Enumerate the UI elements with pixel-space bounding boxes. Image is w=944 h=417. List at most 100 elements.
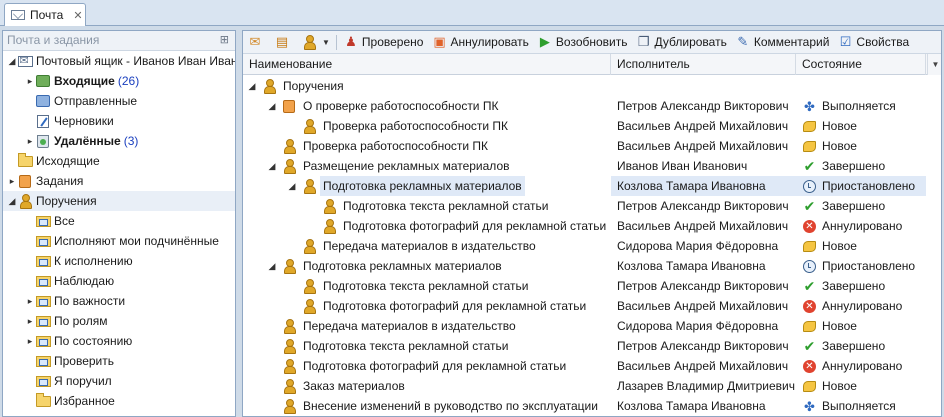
resume-label: Возобновить [555,35,628,49]
close-tab-icon[interactable]: ✕ [73,9,82,22]
table-row[interactable]: Заказ материалов Лазарев Владимир Дмитрие… [243,376,941,396]
nav-item[interactable]: Избранное [3,391,235,411]
task-name: Подготовка текста рекламной статьи [323,279,529,293]
nav-item[interactable]: ▸ По важности [3,291,235,311]
done-icon: ✔ [803,338,816,354]
nav-item[interactable]: ◢ Почтовый ящик - Иванов Иван Иванович [3,51,235,71]
inbox-icon [35,74,51,88]
table-row[interactable]: ◢ О проверке работоспособности ПК Петров А… [243,96,941,116]
table-row[interactable]: Подготовка текста рекламной статьи Петров… [243,336,941,356]
table-row[interactable]: ◢ Поручения [243,76,941,96]
expand-toggle-icon[interactable]: ▸ [25,136,35,147]
nav-item[interactable]: Исполняют мои подчинённые [3,231,235,251]
name-cell: Подготовка текста рекламной статьи [243,276,611,296]
table-row[interactable]: ◢ Подготовка рекламных материалов Козлова … [243,256,941,276]
table-row[interactable]: Подготовка фотографий для рекламной стат… [243,356,941,376]
table-row[interactable]: Подготовка текста рекламной статьи Петров… [243,276,941,296]
assign-button[interactable] [301,34,320,50]
nav-item[interactable]: Черновики [3,111,235,131]
nav-item[interactable]: ▸ Входящие (26) [3,71,235,91]
checked-button[interactable]: ♟ Проверено [343,34,423,50]
table-row[interactable]: ◢ Подготовка рекламных материалов Козлова … [243,176,941,196]
trash-icon [35,134,51,148]
search-folder-icon [35,274,51,288]
running-icon: ✤ [804,398,815,414]
properties-label: Свойства [856,35,910,49]
executor-cell [611,76,796,96]
table-row[interactable]: Подготовка фотографий для рекламной стат… [243,296,941,316]
navigation-tree: ◢Почтовый ящик - Иванов Иван Иванович ▸ Вх… [3,51,235,411]
person-icon [281,399,297,414]
nav-item[interactable]: Все [3,211,235,231]
task-name: Передача материалов в издательство [303,319,516,333]
table-row[interactable]: ◢ Размещение рекламных материалов Иванов И… [243,156,941,176]
nav-item-label: Я поручил [54,374,112,388]
person-icon [321,199,337,214]
table-row[interactable]: Внесение изменений в руководство по эксп… [243,396,941,416]
person-icon [17,194,33,209]
nav-item-label: По важности [54,294,126,308]
table-row[interactable]: Подготовка фотографий для рекламной стат… [243,216,941,236]
name-cell: ◢ Поручения [243,76,611,96]
expand-toggle-icon[interactable]: ◢ [7,196,17,207]
expand-toggle-icon[interactable]: ◢ [267,261,277,272]
comment-button[interactable]: ✎ Комментарий [735,34,829,50]
column-header-executor[interactable]: Исполнитель [611,54,796,75]
state-cell: ✤ Выполняется [796,96,926,116]
search-folder-icon [35,354,51,368]
duplicate-button[interactable]: ❐ Дублировать [636,34,727,50]
nav-item[interactable]: ◢ Поручения [3,191,235,211]
expand-toggle-icon[interactable]: ▸ [7,176,17,187]
done-icon: ✔ [803,278,816,294]
nav-item-label: Входящие [54,74,115,88]
column-header-state[interactable]: Состояние [796,54,926,75]
expand-toggle-icon[interactable]: ▸ [25,76,35,87]
state-cell: ✕ Аннулировано [796,356,926,376]
state-cell: Новое [796,116,926,136]
mailbox-icon [17,54,33,68]
new-task-button[interactable]: ▤ [274,34,293,50]
pin-icon[interactable]: ⊞ [220,31,229,50]
name-cell: ◢ Подготовка рекламных материалов [243,176,611,196]
assign-dropdown-icon[interactable]: ▼ [322,38,330,47]
name-cell: ◢ Подготовка рекламных материалов [243,256,611,276]
nav-item[interactable]: ▸ По ролям [3,311,235,331]
nav-item[interactable]: Проверить [3,351,235,371]
expand-toggle-icon[interactable]: ◢ [267,161,277,172]
table-row[interactable]: Передача материалов в издательство Сидоро… [243,236,941,256]
nav-item[interactable]: Наблюдаю [3,271,235,291]
folder-icon [17,152,33,168]
nav-item[interactable]: К исполнению [3,251,235,271]
task-name: Размещение рекламных материалов [303,159,510,173]
column-chooser-icon[interactable]: ▼ [927,54,941,75]
state-cell: Новое [796,376,926,396]
column-header-name[interactable]: Наименование [243,54,611,75]
folder-icon [35,392,51,408]
nav-item[interactable]: Отправленные [3,91,235,111]
table-row[interactable]: Проверка работоспособности ПК Васильев Ан… [243,116,941,136]
expand-toggle-icon[interactable]: ◢ [287,181,297,192]
expand-toggle-icon[interactable]: ▸ [25,316,35,327]
nav-item[interactable]: ▸ Удалённые (3) [3,131,235,151]
name-cell: Подготовка текста рекламной статьи [243,196,611,216]
nav-item[interactable]: Исходящие [3,151,235,171]
resume-button[interactable]: ▶ Возобновить [537,34,628,50]
expand-toggle-icon[interactable]: ◢ [267,101,277,112]
executor-cell: Козлова Тамара Ивановна [617,399,766,413]
expand-toggle-icon[interactable]: ◢ [7,56,17,67]
annul-button[interactable]: ▣ Аннулировать [431,34,529,50]
grid-right-border [941,31,942,417]
expand-toggle-icon[interactable]: ▸ [25,296,35,307]
properties-button[interactable]: ☑ Свойства [837,34,910,50]
nav-item[interactable]: ▸ Задания [3,171,235,191]
table-row[interactable]: Передача материалов в издательство Сидоро… [243,316,941,336]
name-cell: Передача материалов в издательство [243,236,611,256]
expand-toggle-icon[interactable]: ▸ [25,336,35,347]
table-row[interactable]: Проверка работоспособности ПК Васильев Ан… [243,136,941,156]
table-row[interactable]: Подготовка текста рекламной статьи Петров… [243,196,941,216]
expand-toggle-icon[interactable]: ◢ [247,81,257,92]
new-mail-button[interactable]: ✉ [247,34,266,50]
nav-item[interactable]: ▸ По состоянию [3,331,235,351]
nav-item[interactable]: Я поручил [3,371,235,391]
tab-mail[interactable]: Почта ✕ [4,3,86,26]
